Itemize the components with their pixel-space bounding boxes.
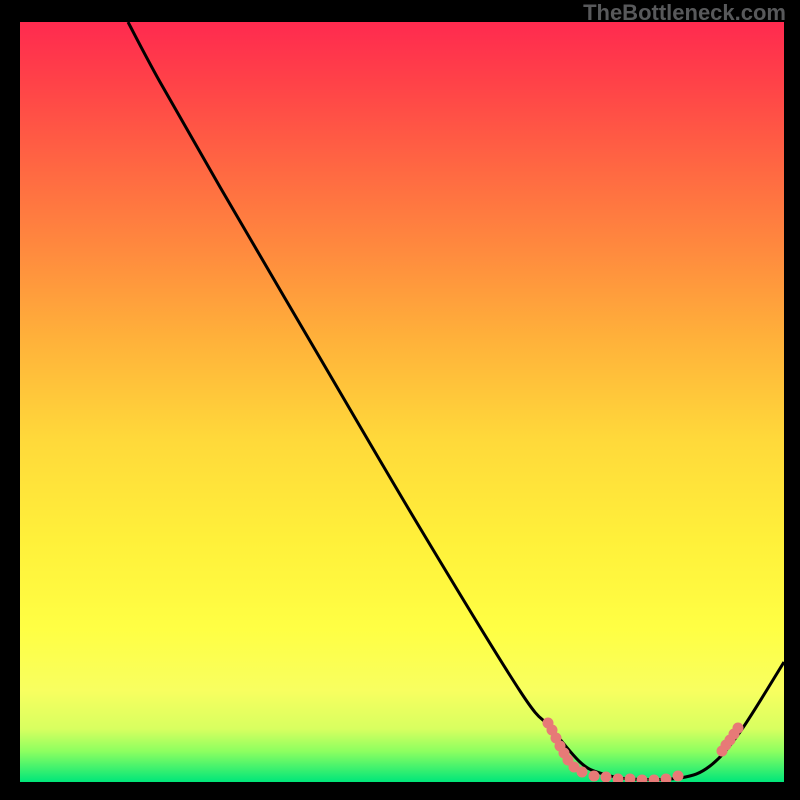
marker-dot bbox=[625, 774, 636, 783]
marker-dot bbox=[589, 771, 600, 782]
marker-dot bbox=[637, 775, 648, 783]
chart-svg bbox=[20, 22, 784, 782]
marker-group bbox=[543, 718, 744, 783]
marker-dot bbox=[601, 772, 612, 783]
chart-container: TheBottleneck.com bbox=[0, 0, 800, 800]
marker-dot bbox=[733, 723, 744, 734]
marker-dot bbox=[661, 774, 672, 783]
bottleneck-curve bbox=[128, 22, 784, 780]
plot-area bbox=[20, 22, 784, 782]
marker-dot bbox=[673, 771, 684, 782]
marker-dot bbox=[577, 767, 588, 778]
marker-dot bbox=[613, 774, 624, 783]
marker-dot bbox=[649, 775, 660, 783]
